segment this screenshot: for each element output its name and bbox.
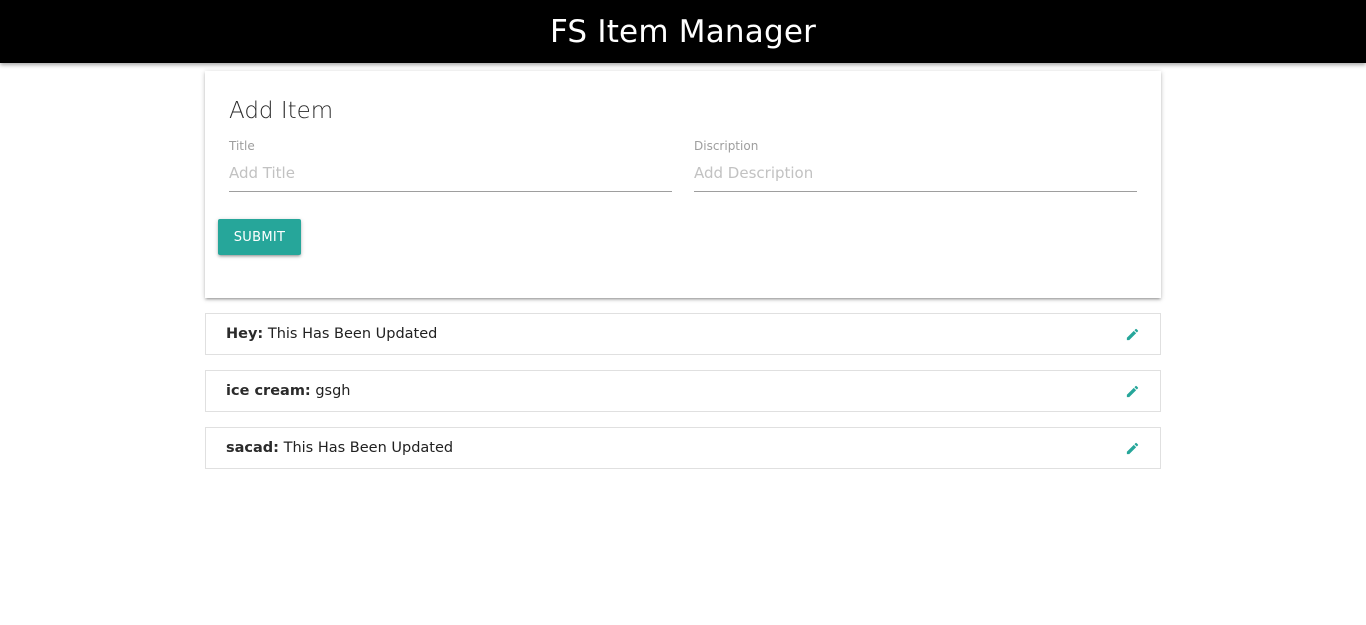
list-item: ice cream: gsgh bbox=[205, 370, 1161, 412]
item-description: gsgh bbox=[310, 383, 351, 399]
add-item-card: Add Item Title Discription SUBMIT bbox=[205, 71, 1161, 298]
title-input[interactable] bbox=[229, 160, 672, 192]
item-list: Hey: This Has Been Updated ice cream: gs… bbox=[205, 313, 1161, 469]
top-navbar: FS Item Manager bbox=[0, 0, 1366, 63]
item-title: Hey: bbox=[226, 326, 264, 342]
description-input[interactable] bbox=[694, 160, 1137, 192]
description-label: Discription bbox=[694, 139, 759, 153]
title-label: Title bbox=[229, 139, 255, 153]
item-description: This Has Been Updated bbox=[278, 440, 454, 456]
list-item: Hey: This Has Been Updated bbox=[205, 313, 1161, 355]
list-item: sacad: This Has Been Updated bbox=[205, 427, 1161, 469]
submit-button[interactable]: SUBMIT bbox=[218, 219, 301, 255]
item-title: sacad: bbox=[226, 440, 279, 456]
pencil-icon[interactable] bbox=[1125, 384, 1140, 399]
add-item-heading: Add Item bbox=[229, 98, 334, 124]
main-container: Add Item Title Discription SUBMIT Hey: T… bbox=[205, 71, 1161, 469]
title-field: Title bbox=[229, 139, 672, 192]
app-title[interactable]: FS Item Manager bbox=[550, 17, 816, 48]
pencil-icon[interactable] bbox=[1125, 441, 1140, 456]
item-description: This Has Been Updated bbox=[263, 326, 438, 342]
description-field: Discription bbox=[694, 139, 1137, 192]
pencil-icon[interactable] bbox=[1125, 327, 1140, 342]
item-title: ice cream: bbox=[226, 383, 311, 399]
